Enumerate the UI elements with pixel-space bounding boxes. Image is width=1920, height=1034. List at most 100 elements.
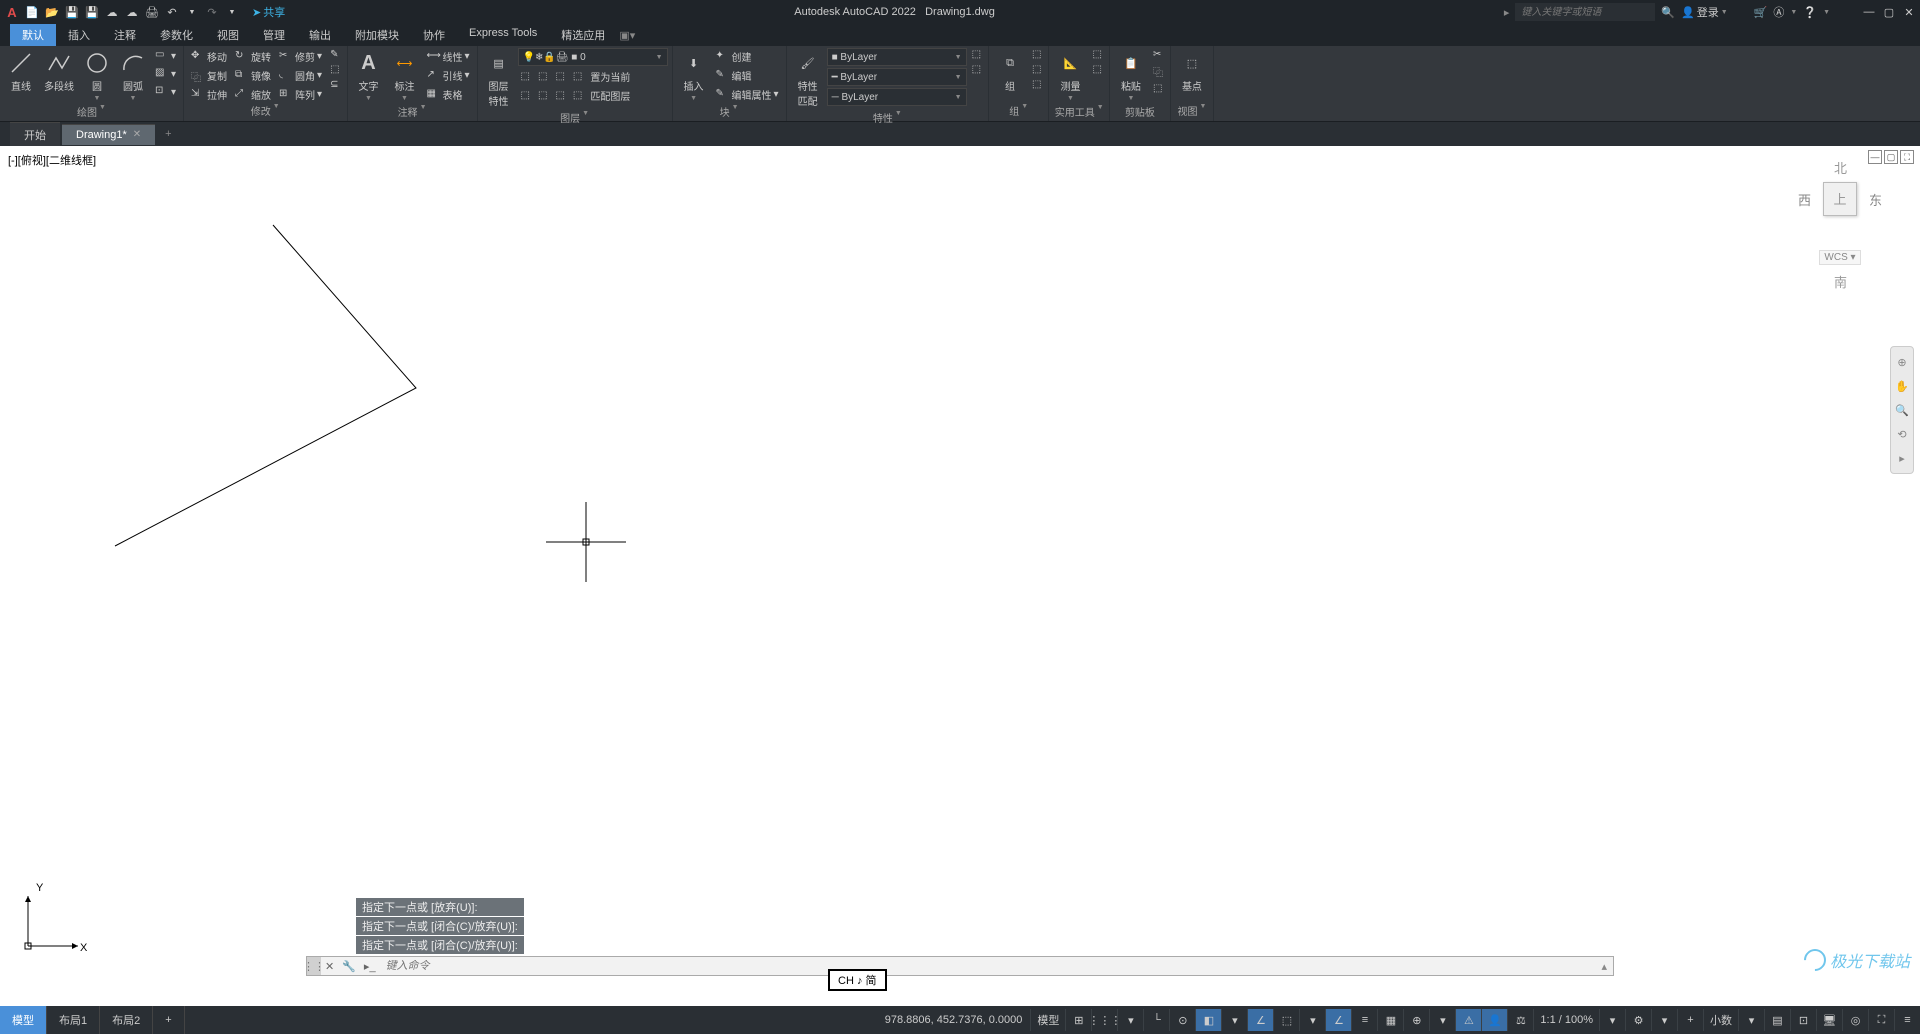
move-button[interactable]: ✥移动 bbox=[188, 48, 230, 65]
text-button[interactable]: A文字▼ bbox=[352, 48, 386, 104]
undo-icon[interactable]: ↶ bbox=[164, 4, 180, 20]
insert-block-button[interactable]: ⬇插入▼ bbox=[677, 48, 711, 104]
save-web-icon[interactable]: ☁ bbox=[124, 4, 140, 20]
ortho-toggle-icon[interactable]: └ bbox=[1143, 1009, 1169, 1031]
table-button[interactable]: ▦表格 bbox=[424, 86, 473, 103]
print-icon[interactable]: 🖨 bbox=[144, 4, 160, 20]
viewport-label[interactable]: [-][俯视][二维线框] bbox=[8, 152, 96, 168]
match-layer-button[interactable]: 匹配图层 bbox=[587, 87, 633, 104]
dimension-button[interactable]: ⟷标注▼ bbox=[388, 48, 422, 104]
layout-model[interactable]: 模型 bbox=[0, 1006, 47, 1034]
customize-icon[interactable]: ≡ bbox=[1894, 1009, 1920, 1031]
viewcube-w[interactable]: 西 bbox=[1798, 190, 1811, 209]
layer-btn-2[interactable]: ⬚ bbox=[535, 68, 550, 85]
osnap-toggle-icon[interactable]: ∠ bbox=[1247, 1009, 1273, 1031]
color-dropdown[interactable]: ■ ByLayer▼ bbox=[827, 48, 967, 66]
explode-icon[interactable]: ⬚ bbox=[327, 63, 342, 76]
zoom-drop-icon[interactable]: ▾ bbox=[1599, 1009, 1625, 1031]
stretch-button[interactable]: ⇲拉伸 bbox=[188, 86, 230, 103]
open-web-icon[interactable]: ☁ bbox=[104, 4, 120, 20]
make-current-button[interactable]: 置为当前 bbox=[587, 68, 633, 85]
layer-btn-3[interactable]: ⬚ bbox=[552, 68, 567, 85]
util-btn-2[interactable]: ⬚ bbox=[1089, 63, 1104, 76]
point-small-button[interactable]: ⊡▾ bbox=[152, 84, 179, 100]
status-dec[interactable]: 小数 bbox=[1703, 1009, 1738, 1031]
tab-view[interactable]: 视图 bbox=[205, 24, 251, 46]
lineweight-dropdown[interactable]: ━ ByLayer▼ bbox=[827, 68, 967, 86]
open-file-icon[interactable]: 📂 bbox=[44, 4, 60, 20]
snap-toggle-icon[interactable]: ⋮⋮⋮ bbox=[1091, 1009, 1117, 1031]
redo-icon[interactable]: ↷ bbox=[204, 4, 220, 20]
tab-add-icon[interactable]: + bbox=[157, 124, 179, 144]
layer-btn-1[interactable]: ⬚ bbox=[518, 68, 533, 85]
viewcube[interactable]: 北 西 上 东 南 WCS ▾ bbox=[1790, 166, 1890, 265]
tab-addins[interactable]: 附加模块 bbox=[343, 24, 411, 46]
zoom-extents-icon[interactable]: 🔍 bbox=[1893, 401, 1911, 419]
layer-btn-8[interactable]: ⬚ bbox=[570, 87, 585, 104]
tab-featured[interactable]: 精选应用 bbox=[549, 24, 617, 46]
snap-drop-icon[interactable]: ▾ bbox=[1117, 1009, 1143, 1031]
search-icon[interactable]: 🔍 bbox=[1661, 6, 1675, 19]
cart-icon[interactable]: 🛒 bbox=[1754, 6, 1768, 19]
polyline-button[interactable]: 多段线 bbox=[40, 48, 78, 95]
layer-btn-5[interactable]: ⬚ bbox=[518, 87, 533, 104]
orbit-icon[interactable]: ⟲ bbox=[1893, 425, 1911, 443]
isodraft-drop-icon[interactable]: ▾ bbox=[1221, 1009, 1247, 1031]
units-drop-icon[interactable]: ▾ bbox=[1738, 1009, 1764, 1031]
clip-btn-3[interactable]: ⬚ bbox=[1150, 82, 1166, 95]
create-block-button[interactable]: ✦创建 bbox=[713, 48, 782, 65]
tab-output[interactable]: 输出 bbox=[297, 24, 343, 46]
group-btn-3[interactable]: ⬚ bbox=[1029, 78, 1044, 91]
viewcube-top[interactable]: 上 bbox=[1823, 182, 1857, 216]
layer-btn-7[interactable]: ⬚ bbox=[552, 87, 567, 104]
scale-button[interactable]: ⤢缩放 bbox=[232, 86, 274, 103]
cycling-icon[interactable]: ⊕ bbox=[1403, 1009, 1429, 1031]
annoscale-icon[interactable]: ⚖ bbox=[1507, 1009, 1533, 1031]
workspace-icon[interactable]: ⚙ bbox=[1625, 1009, 1651, 1031]
drawing-tab[interactable]: Drawing1*✕ bbox=[62, 124, 155, 145]
prop-btn-1[interactable]: ⬚ bbox=[969, 48, 984, 61]
showmotion-icon[interactable]: ▸ bbox=[1893, 449, 1911, 467]
prop-btn-2[interactable]: ⬚ bbox=[969, 63, 984, 76]
tab-express[interactable]: Express Tools bbox=[457, 24, 549, 46]
circle-button[interactable]: 圆▼ bbox=[80, 48, 114, 104]
share-button[interactable]: ➤共享 bbox=[252, 4, 285, 20]
edit-attr-button[interactable]: ✎编辑属性▾ bbox=[713, 86, 782, 103]
cmdline-handle-icon[interactable]: ⋮⋮ bbox=[307, 957, 321, 975]
login-button[interactable]: 👤登录▼ bbox=[1681, 4, 1728, 20]
edit-block-button[interactable]: ✎编辑 bbox=[713, 67, 782, 84]
line-button[interactable]: 直线 bbox=[4, 48, 38, 95]
otrack-icon[interactable]: ∠ bbox=[1325, 1009, 1351, 1031]
hardware-icon[interactable]: 🖥 bbox=[1816, 1009, 1842, 1031]
autodesk-app-icon[interactable]: Ⓐ bbox=[1773, 4, 1784, 20]
search-input[interactable] bbox=[1515, 3, 1655, 21]
arc-button[interactable]: 圆弧▼ bbox=[116, 48, 150, 104]
annomonitor-icon[interactable]: ⚠ bbox=[1455, 1009, 1481, 1031]
isolate-icon[interactable]: ◎ bbox=[1842, 1009, 1868, 1031]
measure-button[interactable]: 📐测量▼ bbox=[1053, 48, 1087, 104]
start-tab[interactable]: 开始 bbox=[10, 122, 60, 147]
vp-max-icon[interactable]: ▢ bbox=[1884, 150, 1898, 164]
quickprops-icon[interactable]: ▤ bbox=[1764, 1009, 1790, 1031]
layer-btn-6[interactable]: ⬚ bbox=[535, 87, 550, 104]
app-logo-icon[interactable]: A bbox=[4, 4, 20, 20]
linetype-dropdown[interactable]: ─ ByLayer▼ bbox=[827, 88, 967, 106]
viewcube-n[interactable]: 北 bbox=[1834, 158, 1847, 177]
vp-full-icon[interactable]: ⛶ bbox=[1900, 150, 1914, 164]
group-btn-1[interactable]: ⬚ bbox=[1029, 48, 1044, 61]
tab-parametric[interactable]: 参数化 bbox=[148, 24, 205, 46]
anno-icon[interactable]: 👤 bbox=[1481, 1009, 1507, 1031]
rotate-button[interactable]: ↻旋转 bbox=[232, 48, 274, 65]
tab-default[interactable]: 默认 bbox=[10, 24, 56, 46]
layout-add-icon[interactable]: + bbox=[153, 1006, 184, 1034]
wcs-dropdown[interactable]: WCS ▾ bbox=[1819, 250, 1860, 265]
lockui-icon[interactable]: ⊡ bbox=[1790, 1009, 1816, 1031]
erase-icon[interactable]: ✎ bbox=[327, 48, 342, 61]
minimize-icon[interactable]: — bbox=[1862, 5, 1876, 19]
pan-icon[interactable]: ✋ bbox=[1893, 377, 1911, 395]
viewcube-e[interactable]: 东 bbox=[1869, 190, 1882, 209]
close-icon[interactable]: ✕ bbox=[1902, 5, 1916, 19]
layout-2[interactable]: 布局2 bbox=[100, 1006, 153, 1034]
maximize-icon[interactable]: ▢ bbox=[1882, 5, 1896, 19]
cmdline-expand-icon[interactable]: ▴ bbox=[1595, 960, 1613, 973]
